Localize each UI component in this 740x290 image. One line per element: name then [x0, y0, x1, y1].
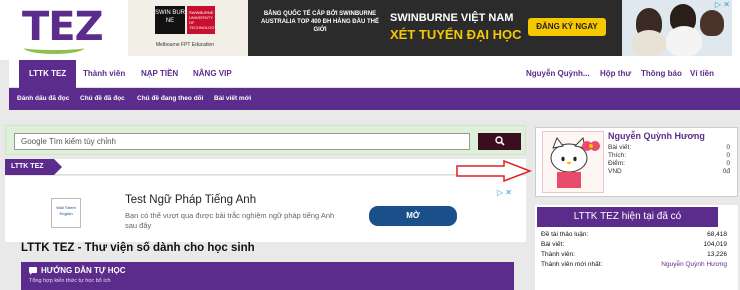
user-stat-posts: Bài viết: 0 [608, 144, 730, 151]
ad-title[interactable]: Test Ngữ Pháp Tiếng Anh [125, 194, 256, 206]
inline-ad[interactable]: Wall Street English Test Ngữ Pháp Tiếng … [5, 176, 526, 242]
stat-value: 104,019 [703, 241, 728, 248]
banner-headline: BẰNG QUỐC TẾ CẤP BỞI SWINBURNE AUSTRALIA… [261, 11, 379, 33]
annotation-arrow-icon [456, 160, 532, 182]
user-info-panel: Nguyễn Quỳnh Hương Bài viết: 0 Thích: 0 … [535, 127, 738, 197]
user-stat-value: 0đ [722, 168, 730, 175]
nav-notifications[interactable]: Thông báo [641, 60, 682, 88]
user-stat-balance: VND 0đ [608, 168, 730, 175]
student-photo [700, 10, 724, 36]
user-stat-label: Thích: [608, 152, 627, 159]
banner-title: SWINBURNE VIỆT NAM [390, 12, 514, 24]
nav-user-menu[interactable]: Nguyễn Quỳnh... [526, 60, 590, 88]
user-stat-label: Điểm: [608, 160, 625, 167]
guide-title[interactable]: HƯỚNG DẪN TỰ HỌC [41, 266, 126, 275]
section-tab-bar: LTTK TEZ [5, 159, 526, 175]
stat-row: Thành viên mới nhất: Nguyễn Quỳnh Hương [541, 261, 727, 268]
search-icon [494, 136, 505, 146]
student-photo [632, 30, 666, 56]
ad-close-icon[interactable]: ▷ ✕ [497, 188, 512, 197]
partner-logos: Melbourne FPT Education [156, 42, 214, 48]
stat-label: Đề tài thảo luận: [541, 231, 589, 238]
nav-tab-members[interactable]: Thành viên [83, 60, 125, 88]
stat-value: 68,418 [707, 231, 727, 238]
user-stat-value: 0 [726, 144, 730, 151]
search-input[interactable]: Google Tìm kiếm tùy chỉnh [14, 133, 470, 150]
stat-label: Thành viên mới nhất: [541, 261, 603, 268]
forum-stats-panel: LTTK TEZ hiện tại đã có Đề tài thảo luận… [535, 205, 738, 290]
user-stat-label: VND [608, 168, 622, 175]
ad-description: Bạn có thể vượt qua được bài trắc nghiệm… [125, 211, 335, 230]
chat-icon [29, 267, 37, 275]
banner-message: BẰNG QUỐC TẾ CẤP BỞI SWINBURNE AUSTRALIA… [248, 0, 622, 56]
subnav-mark-read[interactable]: Đánh dấu đã đọc [17, 88, 69, 110]
stat-row: Đề tài thảo luận: 68,418 [541, 231, 727, 238]
user-name[interactable]: Nguyễn Quỳnh Hương [608, 131, 705, 141]
subnav-new-posts[interactable]: Bài viết mới [214, 88, 251, 110]
swinburne-sub: SWINBURNE UNIVERSITY OF TECHNOLOGY [187, 6, 217, 34]
stat-label: Bài viết: [541, 241, 565, 248]
nav-tab-topup[interactable]: NẠP TIỀN [141, 60, 178, 88]
sub-nav: Đánh dấu đã đọc Chủ đề đã đọc Chủ đề đan… [9, 88, 740, 110]
newest-member-link[interactable]: Nguyễn Quỳnh Hương [661, 261, 727, 268]
banner-subtitle: XÉT TUYỂN ĐẠI HỌC [390, 27, 522, 42]
student-photo [666, 26, 702, 56]
search-panel: Google Tìm kiếm tùy chỉnh [5, 125, 526, 155]
nav-wallet[interactable]: Ví tiền [690, 60, 714, 88]
subnav-read-topics[interactable]: Chủ đề đã đọc [80, 88, 125, 110]
user-stat-value: 0 [726, 152, 730, 159]
nav-tab-home[interactable]: LTTK TEZ [19, 60, 77, 88]
user-stat-label: Bài viết: [608, 144, 632, 151]
guide-category-header[interactable]: HƯỚNG DẪN TỰ HỌC Tổng hợp kiến thức tự h… [21, 262, 514, 290]
banner-brand-area: SWIN BUR NE SWINBURNE UNIVERSITY OF TECH… [128, 0, 248, 56]
search-button[interactable] [478, 133, 521, 150]
page-title: LTTK TEZ - Thư viện số dành cho học sinh [21, 242, 255, 254]
stat-row: Thành viên: 13,226 [541, 251, 727, 258]
main-nav: LTTK TEZ Thành viên NẠP TIỀN NÂNG VIP Ng… [9, 60, 740, 88]
ad-logo: Wall Street English [51, 198, 81, 228]
ad-close-icon[interactable]: ▷ ✕ [710, 0, 730, 10]
nav-inbox[interactable]: Hộp thư [600, 60, 631, 88]
ad-open-button[interactable]: MỞ [369, 206, 457, 226]
stat-value: 13,226 [707, 251, 727, 258]
nav-tab-vip[interactable]: NÂNG VIP [193, 60, 232, 88]
stat-row: Bài viết: 104,019 [541, 241, 727, 248]
site-logo[interactable]: TEZ [10, 4, 104, 56]
user-stat-points: Điểm: 0 [608, 160, 730, 167]
stats-title: LTTK TEZ hiện tại đã có [537, 207, 718, 227]
user-stat-likes: Thích: 0 [608, 152, 730, 159]
avatar[interactable] [542, 131, 604, 193]
site-header: TEZ SWIN BUR NE SWINBURNE UNIVERSITY OF … [0, 0, 740, 60]
user-stat-value: 0 [726, 160, 730, 167]
guide-subtitle: Tổng hợp kiến thức tự học bổ ích [29, 278, 111, 284]
subnav-watched-topics[interactable]: Chủ đề đang theo dõi [137, 88, 203, 110]
banner-register-button[interactable]: ĐĂNG KÝ NGAY [528, 18, 606, 36]
top-ad-banner[interactable]: SWIN BUR NE SWINBURNE UNIVERSITY OF TECH… [128, 0, 732, 56]
section-tab-label[interactable]: LTTK TEZ [5, 159, 61, 175]
stat-label: Thành viên: [541, 251, 575, 258]
logo-swoosh [24, 42, 84, 54]
hello-kitty-avatar [543, 132, 603, 192]
swinburne-logo: SWIN BUR NE [155, 6, 185, 34]
